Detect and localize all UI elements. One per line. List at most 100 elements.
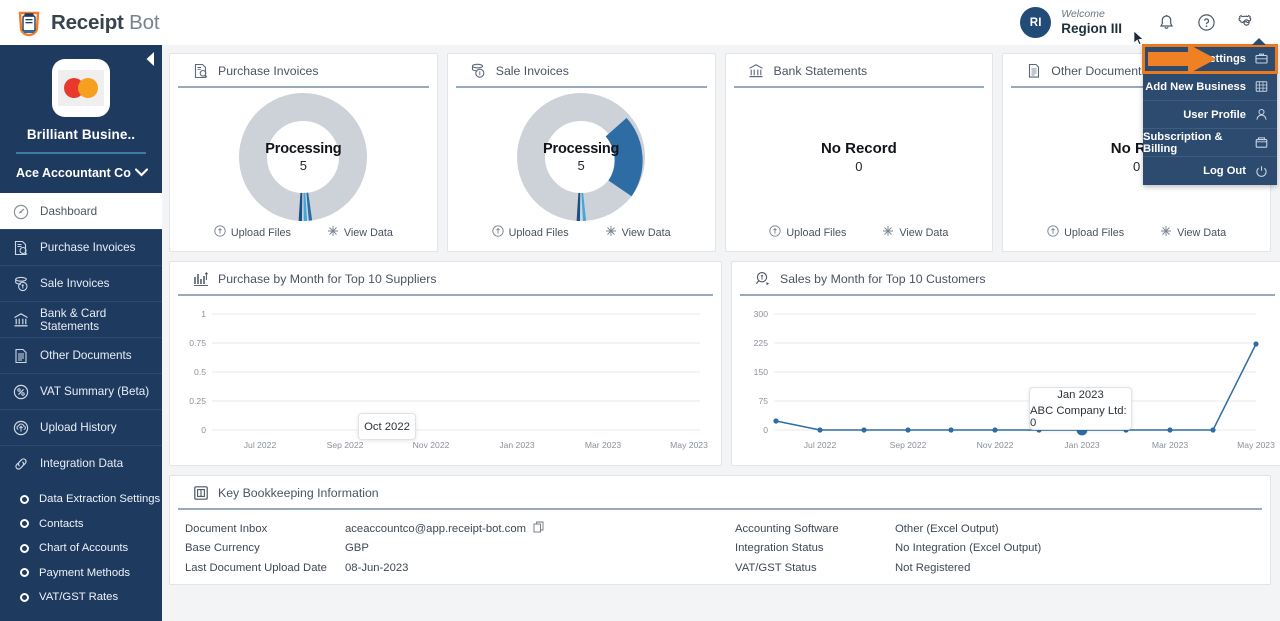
purchase-chart-plot: 1 0.75 0.5 0.25 0 Jul 2022 Sep 2022 Nov … <box>170 296 721 471</box>
sidebar-subitem-contacts[interactable]: Contacts <box>0 512 162 537</box>
view-data-link[interactable]: View Data <box>327 225 393 240</box>
bullet-icon <box>20 592 29 602</box>
sidebar-subitem-payment-methods[interactable]: Payment Methods <box>0 561 162 586</box>
upload-files-link[interactable]: Upload Files <box>769 225 846 240</box>
info-value: GBP <box>345 542 369 555</box>
count-text: 0 <box>1133 158 1141 174</box>
card-title: Key Bookkeeping Information <box>218 485 379 500</box>
brand-title: Receipt Bot <box>51 10 160 35</box>
sidebar-item-purchase-invoices[interactable]: Purchase Invoices <box>0 229 162 265</box>
card-title: Purchase by Month for Top 10 Suppliers <box>218 271 437 286</box>
info-value: No Integration (Excel Output) <box>895 542 1042 555</box>
svg-text:0: 0 <box>201 425 206 435</box>
svg-text:Jan 2023: Jan 2023 <box>499 440 535 450</box>
svg-text:1: 1 <box>201 309 206 319</box>
bell-icon[interactable] <box>1146 6 1186 40</box>
card-title: Sales by Month for Top 10 Customers <box>780 271 986 286</box>
sidebar-item-sale-invoices[interactable]: Sale Invoices <box>0 265 162 301</box>
avatar[interactable]: RI <box>1020 7 1052 38</box>
chart-row: Purchase by Month for Top 10 Suppliers 1… <box>169 261 1280 466</box>
copy-icon[interactable] <box>533 521 545 536</box>
sidebar-subitem-chart-of-accounts[interactable]: Chart of Accounts <box>0 536 162 561</box>
info-column-right: Accounting Software Other (Excel Output)… <box>720 519 1270 578</box>
view-data-icon <box>327 225 339 240</box>
svg-text:Nov 2022: Nov 2022 <box>413 440 450 450</box>
sidebar-collapse-icon[interactable] <box>142 49 158 69</box>
sidebar-item-dashboard[interactable]: Dashboard <box>0 193 162 229</box>
menu-item-business-settings[interactable]: Business Settings <box>1142 44 1278 74</box>
view-data-link[interactable]: View Data <box>882 225 948 240</box>
donut-chart-purchase: Processing 5 <box>170 88 437 225</box>
menu-item-user-profile[interactable]: User Profile <box>1143 101 1277 129</box>
upload-files-label: Upload Files <box>508 226 569 239</box>
svg-text:May 2023: May 2023 <box>1237 440 1275 450</box>
bank-icon <box>12 311 29 328</box>
menu-item-label: User Profile <box>1183 108 1246 121</box>
card-footer: Upload Files View Data <box>448 225 715 251</box>
svg-text:300: 300 <box>754 309 769 319</box>
sidebar-subitem-vat-gst-rates[interactable]: VAT/GST Rates <box>0 585 162 610</box>
chart-tooltip-purchase: Oct 2022 <box>358 413 416 440</box>
sidebar-item-bank-card-statements[interactable]: Bank & Card Statements <box>0 301 162 337</box>
svg-text:Jul 2022: Jul 2022 <box>244 440 277 450</box>
upload-files-link[interactable]: Upload Files <box>491 225 569 240</box>
info-box-icon <box>192 484 209 501</box>
sidebar-subitem-data-extraction-settings[interactable]: Data Extraction Settings <box>0 487 162 512</box>
upload-cloud-icon <box>214 225 226 240</box>
svg-text:0.75: 0.75 <box>189 338 206 348</box>
status-text: Processing <box>543 140 620 157</box>
view-data-label: View Data <box>343 226 393 239</box>
info-row: Base Currency GBP <box>185 539 720 559</box>
sidebar-item-label: VAT Summary (Beta) <box>40 385 150 398</box>
gear-icon[interactable] <box>1226 6 1266 40</box>
sidebar-item-label: Sale Invoices <box>40 277 110 290</box>
mastercard-logo-icon <box>58 70 104 106</box>
upload-files-link[interactable]: Upload Files <box>214 225 291 240</box>
card-footer: Upload Files View Data <box>1003 225 1270 251</box>
menu-item-add-new-business[interactable]: Add New Business <box>1143 73 1277 101</box>
card-title: Purchase Invoices <box>218 63 319 78</box>
stat-card-purchase-invoices: Purchase Invoices Processing 5 Upload Fi… <box>169 53 438 252</box>
upload-cloud-icon <box>769 225 782 240</box>
sidebar-item-vat-summary[interactable]: VAT Summary (Beta) <box>0 373 162 409</box>
accountant-selector[interactable]: Ace Accountant Co <box>0 154 162 193</box>
wallet-icon <box>1255 136 1268 149</box>
brand-title-bold: Receipt <box>51 10 124 34</box>
bullet-icon <box>20 494 29 504</box>
purchase-invoice-icon <box>12 239 29 256</box>
sidebar-item-other-documents[interactable]: Other Documents <box>0 337 162 373</box>
view-data-link[interactable]: View Data <box>1160 225 1226 240</box>
info-label: Integration Status <box>735 542 824 555</box>
view-data-label: View Data <box>899 226 949 239</box>
brand-title-light: Bot <box>129 10 160 34</box>
svg-text:Jan 2023: Jan 2023 <box>1064 440 1100 450</box>
sidebar-subitem-label: Chart of Accounts <box>39 542 129 555</box>
count-text: 0 <box>855 158 863 174</box>
business-name: Brilliant Busine.. <box>26 127 136 142</box>
help-icon[interactable] <box>1186 6 1226 40</box>
upload-cloud-icon <box>491 225 504 240</box>
status-text: Processing <box>265 140 342 157</box>
sales-tag-icon <box>754 270 771 287</box>
sidebar-item-label: Upload History <box>40 421 117 434</box>
card-header: Bank Statements <box>733 54 985 88</box>
upload-files-link[interactable]: Upload Files <box>1047 225 1124 240</box>
sidebar-item-integration-data[interactable]: Integration Data <box>0 445 162 481</box>
svg-text:May 2023: May 2023 <box>670 440 708 450</box>
info-column-left: Document Inbox aceaccountco@app.receipt-… <box>170 519 720 578</box>
view-data-link[interactable]: View Data <box>605 225 671 240</box>
divider <box>16 152 146 154</box>
upload-files-label: Upload Files <box>786 226 847 239</box>
app-brand[interactable]: Receipt Bot <box>0 9 160 37</box>
svg-text:0.5: 0.5 <box>194 367 206 377</box>
sidebar-subitem-label: Payment Methods <box>39 566 131 579</box>
sidebar-item-upload-history[interactable]: Upload History <box>0 409 162 445</box>
menu-item-log-out[interactable]: Log Out <box>1143 157 1277 185</box>
sidebar-subitem-label: Data Extraction Settings <box>39 493 161 506</box>
donut-center-label: Processing 5 <box>515 91 647 223</box>
menu-item-subscription-billing[interactable]: Subscription & Billing <box>1143 129 1277 157</box>
card-footer: Upload Files View Data <box>170 225 437 251</box>
business-logo <box>52 59 110 117</box>
link-icon <box>12 455 29 472</box>
card-header: Sales by Month for Top 10 Customers <box>740 262 1275 296</box>
